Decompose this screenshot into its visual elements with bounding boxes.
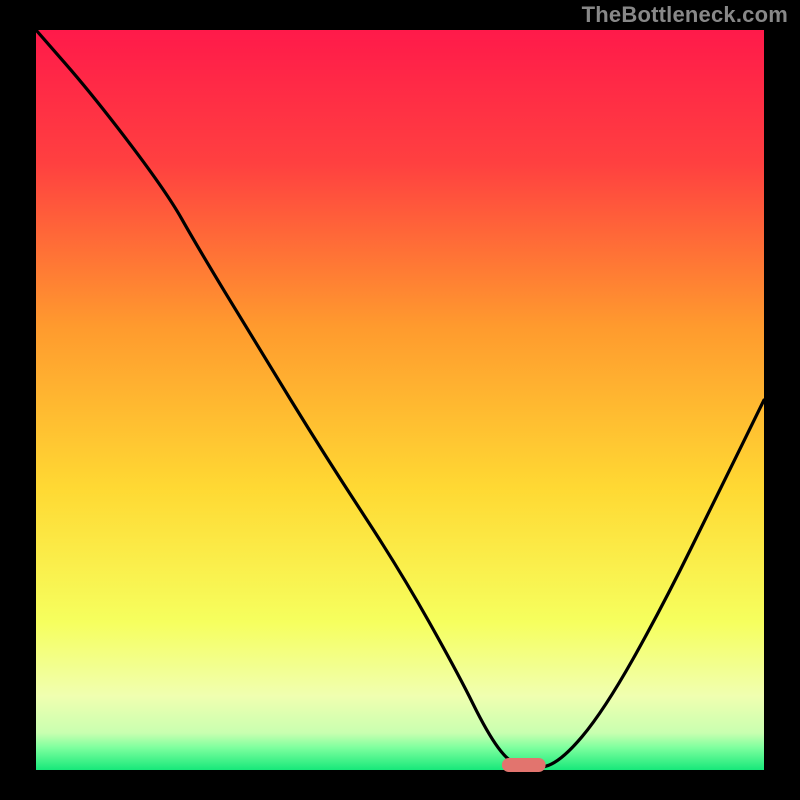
minimum-marker: [502, 758, 546, 772]
bottleneck-chart: [0, 0, 800, 800]
watermark-text: TheBottleneck.com: [582, 2, 788, 28]
chart-frame: TheBottleneck.com: [0, 0, 800, 800]
plot-area: [36, 30, 764, 772]
gradient-background: [36, 30, 764, 770]
